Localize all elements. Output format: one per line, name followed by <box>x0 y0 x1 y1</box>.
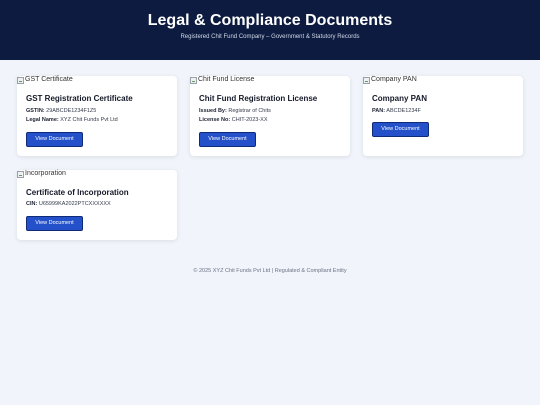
field-value: XYZ Chit Funds Pvt Ltd <box>60 117 118 123</box>
field-value: ABCDE1234F <box>386 108 421 114</box>
incorporation-image: Incorporation <box>17 170 66 178</box>
chit-fund-license-image: Chit Fund License <box>190 76 254 84</box>
page-title: Legal & Compliance Documents <box>147 12 393 29</box>
document-card-incorporation: Incorporation Certificate of Incorporati… <box>17 170 177 240</box>
card-field: Issued By: Registrar of Chits <box>199 108 271 115</box>
card-title: Chit Fund Registration License <box>199 94 318 103</box>
page-footer: © 2025 XYZ Chit Funds Pvt Ltd | Regulate… <box>193 268 347 274</box>
document-card-gst: GST Certificate GST Registration Certifi… <box>17 76 177 156</box>
company-pan-image: Company PAN <box>363 76 417 84</box>
card-field: PAN: ABCDE1234F <box>372 108 421 115</box>
image-alt-text: Chit Fund License <box>198 76 255 83</box>
card-field: CIN: U65999KA2022PTCXXXXXX <box>26 201 111 208</box>
card-title: Certificate of Incorporation <box>26 188 129 197</box>
document-card-chit-license: Chit Fund License Chit Fund Registration… <box>190 76 350 156</box>
field-label: PAN: <box>372 108 386 114</box>
field-value: 29ABCDE1234F1Z5 <box>46 108 97 114</box>
field-label: Issued By: <box>199 108 227 114</box>
view-document-button[interactable]: View Document <box>199 132 256 147</box>
view-document-button[interactable]: View Document <box>26 216 83 231</box>
field-label: CIN: <box>26 201 38 207</box>
image-alt-text: Company PAN <box>371 76 417 83</box>
broken-image-icon <box>17 76 24 84</box>
gst-certificate-image: GST Certificate <box>17 76 73 84</box>
card-title: GST Registration Certificate <box>26 94 133 103</box>
view-document-button[interactable]: View Document <box>372 122 429 137</box>
field-value: U65999KA2022PTCXXXXXX <box>38 201 111 207</box>
broken-image-icon <box>190 76 197 84</box>
field-value: Registrar of Chits <box>228 108 271 114</box>
card-field: GSTIN: 29ABCDE1234F1Z5 <box>26 108 96 115</box>
field-label: Legal Name: <box>26 117 59 123</box>
field-value: CHIT-2023-XX <box>231 117 268 123</box>
view-document-button[interactable]: View Document <box>26 132 83 147</box>
document-card-pan: Company PAN Company PAN PAN: ABCDE1234F … <box>363 76 523 156</box>
image-alt-text: GST Certificate <box>25 76 73 83</box>
card-field: License No: CHIT-2023-XX <box>199 117 267 124</box>
page-header: Legal & Compliance Documents Registered … <box>0 0 540 60</box>
broken-image-icon <box>363 76 370 84</box>
page-subtitle: Registered Chit Fund Company – Governmen… <box>180 34 360 40</box>
card-field: Legal Name: XYZ Chit Funds Pvt Ltd <box>26 117 118 124</box>
broken-image-icon <box>17 170 24 178</box>
card-title: Company PAN <box>372 94 427 103</box>
field-label: GSTIN: <box>26 108 45 114</box>
field-label: License No: <box>199 117 231 123</box>
image-alt-text: Incorporation <box>25 170 66 177</box>
